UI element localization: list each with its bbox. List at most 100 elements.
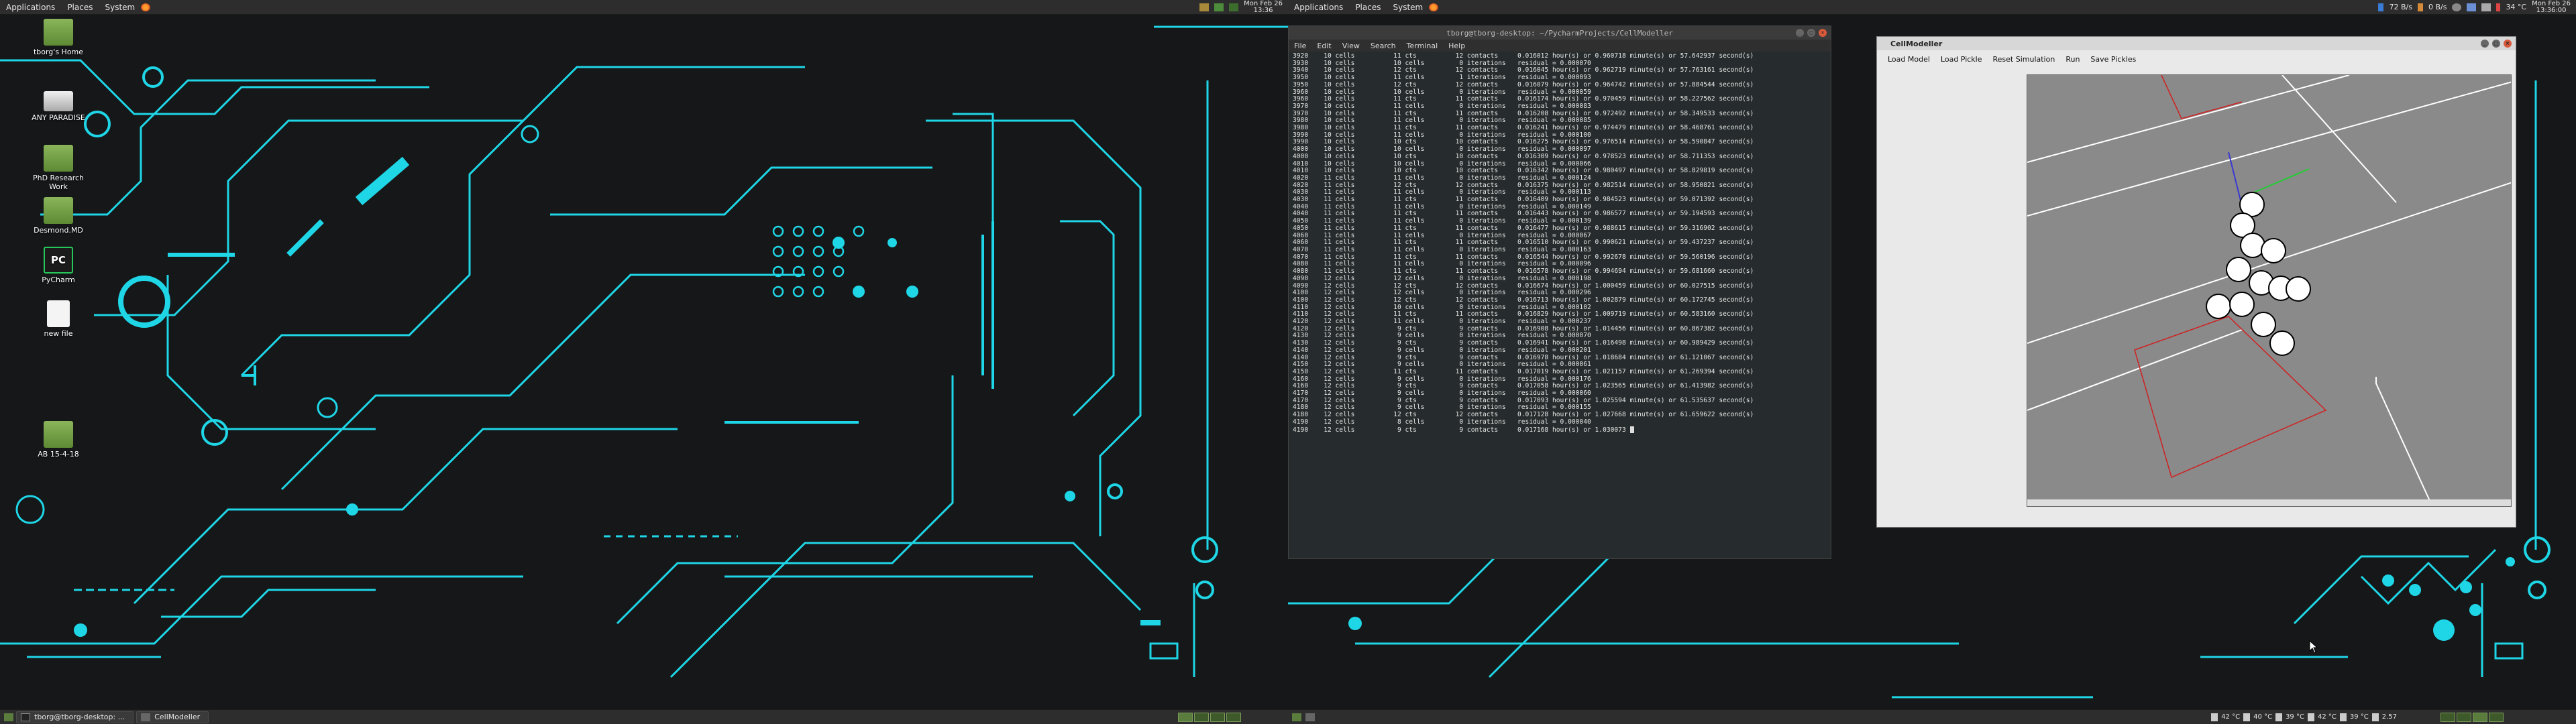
cell[interactable] — [2251, 312, 2276, 337]
left-clock-time: 13:36 — [1253, 6, 1273, 14]
cell[interactable] — [2286, 276, 2311, 302]
cell[interactable] — [2269, 330, 2295, 356]
simulation-canvas[interactable] — [2027, 75, 2512, 507]
cell[interactable] — [2226, 257, 2251, 282]
taskbar-terminal-label: tborg@tborg-desktop: ... — [34, 712, 125, 721]
desktop-icon-drive[interactable]: ANY PARADISE — [28, 91, 89, 122]
cell[interactable] — [2229, 292, 2255, 317]
battery-icon[interactable] — [1229, 3, 1239, 11]
mouse-cursor-icon — [2309, 640, 2318, 654]
terminal-titlebar[interactable]: tborg@tborg-desktop: ~/PycharmProjects/C… — [1289, 26, 1831, 40]
folder-icon — [44, 421, 73, 448]
desktop-icon-desmond[interactable]: Desmond.MD — [28, 197, 89, 235]
network-up-icon — [2417, 3, 2423, 11]
maximize-button[interactable]: □ — [1807, 29, 1815, 37]
terminal-window-controls: _ □ × — [1796, 29, 1827, 37]
workspace-3[interactable] — [2473, 712, 2487, 722]
bluetooth-icon[interactable] — [1214, 3, 1224, 11]
menu-applications[interactable]: Applications — [0, 0, 61, 15]
cellmodeller-window[interactable]: CellModeller _ □ × Load Model Load Pickl… — [1876, 36, 2516, 528]
menu-file[interactable]: File — [1289, 42, 1311, 50]
menu-view[interactable]: View — [1337, 42, 1365, 50]
menu-system[interactable]: System — [1387, 0, 1429, 15]
workspace-3[interactable] — [1210, 712, 1225, 722]
run-button[interactable]: Run — [2060, 55, 2085, 64]
terminal-line: 3950 10 cells 12 cts 12 contacts 0.01607… — [1293, 80, 1754, 88]
temp-3: 39 °C — [2286, 713, 2304, 721]
cpu-temperature: 34 °C — [2506, 3, 2527, 11]
terminal-line: 4190 12 cells 9 cts 9 contacts 0.017168 … — [1293, 426, 1827, 434]
taskbar-cellmodeller[interactable]: CellModeller — [136, 711, 209, 723]
sensor-tray: 42 °C 40 °C 39 °C 42 °C 39 °C 2.57 — [2211, 710, 2576, 724]
load-pickle-button[interactable]: Load Pickle — [1935, 55, 1988, 64]
window-icon — [141, 713, 151, 721]
firefox-icon[interactable] — [1429, 3, 1439, 11]
terminal-output[interactable]: 3920 10 cells 11 cts 12 contacts 0.01601… — [1289, 52, 1831, 557]
desktop-icon-new-file[interactable]: new file — [28, 300, 89, 338]
workspace-switcher-right[interactable] — [2440, 712, 2504, 722]
window-list-icon[interactable] — [1305, 713, 1315, 721]
cell[interactable] — [2261, 238, 2286, 263]
volume-icon[interactable] — [2481, 3, 2491, 11]
workspace-1[interactable] — [2440, 712, 2455, 722]
circuit-wallpaper — [0, 25, 1288, 678]
cell[interactable] — [2206, 294, 2231, 319]
firefox-icon[interactable] — [141, 3, 151, 11]
right-clock-date: Mon Feb 26 — [2532, 0, 2571, 7]
lightbulb-icon[interactable] — [2452, 3, 2462, 11]
close-button[interactable]: × — [1819, 29, 1827, 37]
left-panel-tray: Mon Feb 26 13:36 — [1199, 0, 1288, 15]
menu-edit[interactable]: Edit — [1311, 42, 1336, 50]
right-panel-tray: 72 B/s 0 B/s 34 °C Mon Feb 26 13:36:00 — [2378, 0, 2576, 15]
menu-terminal[interactable]: Terminal — [1401, 42, 1444, 50]
workspace-2[interactable] — [1194, 712, 1209, 722]
workspace-1[interactable] — [1178, 712, 1193, 722]
file-icon — [47, 300, 70, 327]
drive-icon — [2339, 713, 2347, 721]
workspace-4[interactable] — [2489, 712, 2504, 722]
cellmodeller-titlebar[interactable]: CellModeller _ □ × — [1877, 37, 2516, 50]
z-axis-line — [2228, 152, 2243, 206]
minimize-button[interactable]: _ — [1796, 29, 1804, 37]
right-clock[interactable]: Mon Feb 26 13:36:00 — [2532, 0, 2571, 14]
terminal-line: 4190 12 cells 8 cells 0 iterations resid… — [1293, 418, 1591, 426]
network-down-icon — [2378, 3, 2384, 11]
cellmodeller-title: CellModeller — [1890, 39, 1943, 48]
left-clock[interactable]: Mon Feb 26 13:36 — [1244, 0, 1283, 14]
menu-system[interactable]: System — [99, 0, 141, 15]
desktop-icon-label: ANY PARADISE — [32, 113, 85, 122]
left-clock-date: Mon Feb 26 — [1244, 0, 1283, 7]
workspace-2[interactable] — [2457, 712, 2471, 722]
taskbar-terminal[interactable]: tborg@tborg-desktop: ... — [16, 711, 134, 723]
folder-icon — [44, 145, 73, 172]
workspace-4[interactable] — [1226, 712, 1241, 722]
menu-places[interactable]: Places — [61, 0, 99, 15]
horizontal-scrollbar[interactable] — [2027, 499, 2511, 506]
desktop-icon-ab[interactable]: AB 15-4-18 — [28, 421, 89, 459]
maximize-button[interactable]: □ — [2492, 40, 2500, 48]
left-monitor: Applications Places System Mon Feb 26 13… — [0, 0, 1288, 724]
menu-search[interactable]: Search — [1365, 42, 1401, 50]
bluetooth-icon[interactable] — [2467, 3, 2477, 11]
show-desktop-icon[interactable] — [1292, 713, 1301, 721]
terminal-window[interactable]: tborg@tborg-desktop: ~/PycharmProjects/C… — [1288, 25, 1831, 559]
menu-help[interactable]: Help — [1443, 42, 1470, 50]
simulation-viewport[interactable] — [2027, 74, 2512, 507]
desktop-icon-phd-research[interactable]: PhD Research Work — [28, 145, 89, 191]
network-icon[interactable] — [1199, 3, 1210, 11]
show-desktop-icon[interactable] — [4, 713, 13, 721]
close-button[interactable]: × — [2504, 40, 2512, 48]
workspace-switcher-left[interactable] — [1178, 712, 1241, 722]
desktop-icon-label: AB 15-4-18 — [38, 450, 79, 459]
terminal-line: 4000 10 cells 10 cts 10 contacts 0.01630… — [1293, 152, 1754, 160]
terminal-icon — [21, 713, 30, 721]
terminal-line: 4050 11 cells 11 cts 11 contacts 0.01647… — [1293, 224, 1754, 232]
desktop-icon-home[interactable]: tborg's Home — [28, 19, 89, 56]
load-model-button[interactable]: Load Model — [1882, 55, 1935, 64]
minimize-button[interactable]: _ — [2481, 40, 2489, 48]
desktop-icon-pycharm[interactable]: PC PyCharm — [28, 247, 89, 284]
menu-places[interactable]: Places — [1349, 0, 1387, 15]
menu-applications[interactable]: Applications — [1288, 0, 1349, 15]
save-pickles-button[interactable]: Save Pickles — [2085, 55, 2141, 64]
reset-simulation-button[interactable]: Reset Simulation — [1988, 55, 2061, 64]
